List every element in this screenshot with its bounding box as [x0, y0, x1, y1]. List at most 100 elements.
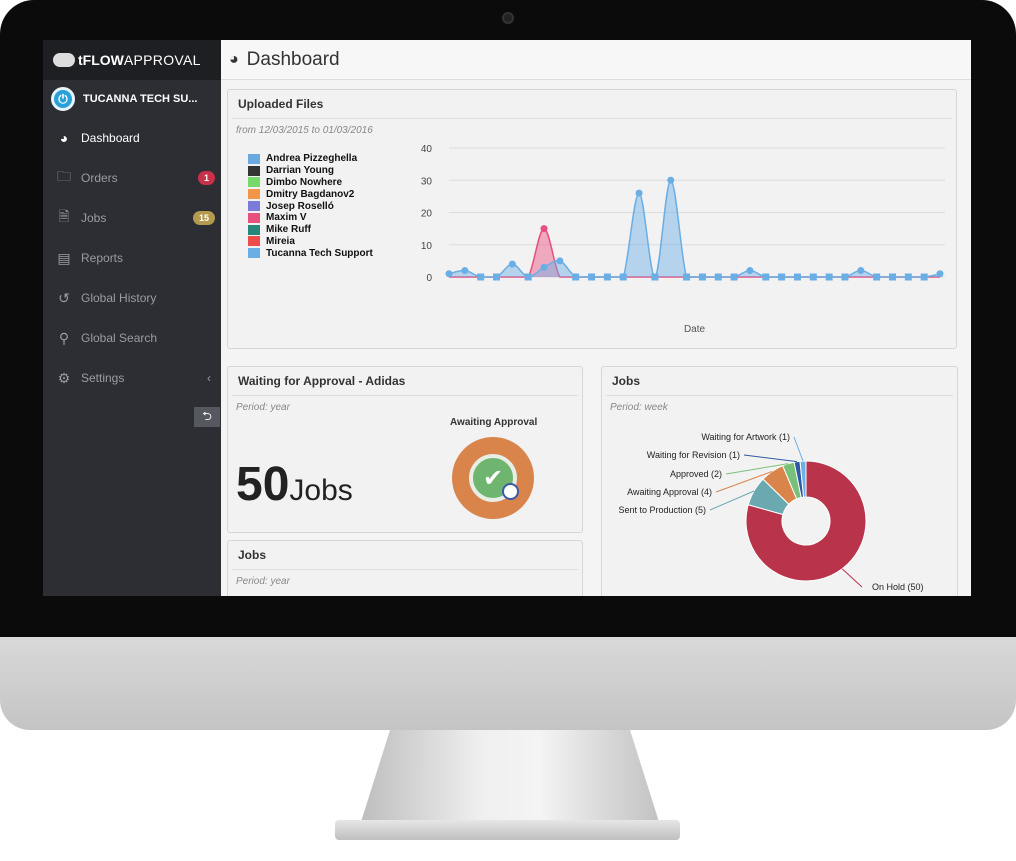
legend-swatch [248, 189, 260, 200]
sidebar-item-settings[interactable]: ⚙ Settings ‹ [43, 358, 221, 398]
legend-swatch [248, 153, 260, 164]
collapse-sidebar-button[interactable]: ⮌ [194, 407, 220, 427]
data-point[interactable] [493, 273, 501, 281]
sidebar-item-label: Global Search [81, 331, 158, 345]
legend-item[interactable]: Dmitry Bagdanov2 [248, 188, 373, 200]
data-point[interactable] [683, 273, 691, 281]
slice-label: On Hold (50) [872, 582, 924, 592]
data-point[interactable] [920, 273, 928, 281]
chevron-left-icon: ‹ [207, 371, 211, 385]
legend-swatch [248, 236, 260, 247]
monitor-chin [0, 637, 1016, 730]
sidebar: tFLOW APPROVAL ⏻ TUCANNA TECH SU... ◕ Dashb… [43, 40, 221, 596]
label-connector [743, 454, 798, 463]
legend-item[interactable]: Andrea Pizzeghella [248, 153, 373, 165]
legend-item[interactable]: Maxim V [248, 212, 373, 224]
period-label: Period: year [236, 576, 290, 587]
data-point[interactable] [904, 273, 912, 281]
data-point[interactable] [540, 225, 548, 233]
brand-logo[interactable]: tFLOW APPROVAL [43, 40, 221, 80]
data-point[interactable] [445, 270, 453, 278]
status-label: Awaiting Approval [450, 417, 538, 428]
power-icon: ⏻ [51, 87, 75, 111]
data-point[interactable] [873, 273, 881, 281]
legend-swatch [248, 248, 260, 259]
monitor-base [335, 820, 680, 840]
data-point[interactable] [603, 273, 611, 281]
legend-item[interactable]: Josep Roselló [248, 200, 373, 212]
sidebar-item-label: Global History [81, 291, 157, 305]
y-tick-label: 20 [421, 209, 433, 220]
data-point[interactable] [556, 257, 564, 265]
data-point[interactable] [540, 263, 548, 271]
data-point[interactable] [714, 273, 722, 281]
data-point[interactable] [698, 273, 706, 281]
jobs-donut-chart: On Hold (50) Sent to Production (5) Awaiti… [618, 432, 924, 592]
data-point[interactable] [888, 273, 896, 281]
data-point[interactable] [825, 273, 833, 281]
sidebar-item-label: Reports [81, 251, 124, 265]
y-tick-label: 10 [421, 241, 433, 252]
data-point[interactable] [588, 273, 596, 281]
period-label: Period: year [236, 402, 290, 413]
data-point[interactable] [936, 270, 944, 278]
slice-label: Sent to Production (5) [618, 505, 706, 515]
sidebar-item-label: Dashboard [81, 131, 140, 145]
main-content: ◕ Dashboard Uploaded Files from 12/03/201… [221, 40, 971, 596]
file-icon: 🗎 [58, 208, 70, 224]
data-point[interactable] [508, 260, 516, 268]
sidebar-item-global-history[interactable]: ↺ Global History [43, 278, 221, 318]
sidebar-item-label: Settings [81, 371, 125, 385]
slice-label: Awaiting Approval (4) [627, 487, 712, 497]
legend-item[interactable]: Darrian Young [248, 165, 373, 177]
data-point[interactable] [477, 273, 485, 281]
data-point[interactable] [793, 273, 801, 281]
sidebar-item-dashboard[interactable]: ◕ Dashboard [43, 118, 221, 158]
data-point[interactable] [746, 267, 754, 275]
y-tick-label: 40 [421, 144, 433, 155]
sidebar-item-label: Orders [81, 171, 118, 185]
data-point[interactable] [524, 273, 532, 281]
data-point[interactable] [635, 189, 643, 197]
slice-label: Waiting for Artwork (1) [701, 432, 790, 442]
legend-swatch [248, 165, 260, 176]
user-menu[interactable]: ⏻ TUCANNA TECH SU... [43, 80, 221, 118]
legend-swatch [248, 201, 260, 212]
sidebar-item-global-search[interactable]: ⚲ Global Search [43, 318, 221, 358]
sidebar-item-orders[interactable]: 🗀 Orders 1 [43, 158, 221, 198]
data-point[interactable] [809, 273, 817, 281]
label-connector [793, 436, 804, 462]
data-point[interactable] [651, 273, 659, 281]
data-point[interactable] [461, 267, 469, 275]
cloud-icon [53, 53, 75, 67]
data-point[interactable] [762, 273, 770, 281]
legend-item[interactable]: Mike Ruff [248, 224, 373, 236]
sidebar-item-label: Jobs [81, 211, 107, 225]
label-connector [841, 568, 863, 588]
panel-title: Jobs [232, 541, 578, 570]
chart-legend: Andrea Pizzeghella Darrian Young Dimbo Now… [248, 153, 373, 259]
slice-label: Approved (2) [670, 469, 722, 479]
history-icon: ↺ [58, 289, 70, 306]
legend-swatch [248, 224, 260, 235]
data-point[interactable] [572, 273, 580, 281]
legend-item[interactable]: Tucanna Tech Support [248, 247, 373, 259]
series-area [449, 180, 940, 277]
job-count: 50Jobs [236, 458, 353, 511]
page-title: Dashboard [246, 48, 340, 70]
sidebar-item-jobs[interactable]: 🗎 Jobs 15 [43, 198, 221, 238]
sidebar-item-reports[interactable]: ▤ Reports [43, 238, 221, 278]
series-line [449, 227, 940, 278]
data-point[interactable] [841, 273, 849, 281]
data-point[interactable] [667, 176, 675, 184]
legend-item[interactable]: Mireia [248, 236, 373, 248]
search-icon: ⚲ [58, 329, 70, 346]
jobs-week-panel: Jobs Period: week On Hold (50) Sent to Pr… [601, 366, 958, 596]
x-axis-label: Date [684, 324, 706, 335]
legend-item[interactable]: Dimbo Nowhere [248, 177, 373, 189]
data-point[interactable] [619, 273, 627, 281]
data-point[interactable] [778, 273, 786, 281]
camera [502, 12, 514, 24]
data-point[interactable] [730, 273, 738, 281]
data-point[interactable] [857, 267, 865, 275]
